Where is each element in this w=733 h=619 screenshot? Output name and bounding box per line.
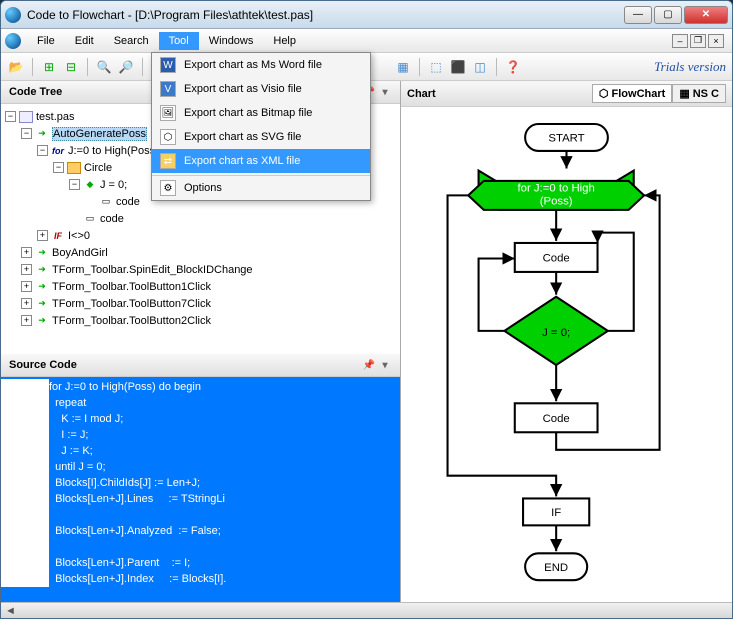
tree-row: ▭code	[5, 210, 396, 227]
layout3-button[interactable]: ◫	[471, 58, 489, 76]
tree-row: +➜BoyAndGirl	[5, 244, 396, 261]
file-icon	[19, 111, 33, 123]
code-icon: ▭	[83, 213, 97, 225]
trials-label: Trials version	[654, 59, 726, 75]
expand-icon[interactable]: +	[21, 298, 32, 309]
expand-icon[interactable]: +	[21, 315, 32, 326]
tree-row: +➜TForm_Toolbar.SpinEdit_BlockIDChange	[5, 261, 396, 278]
tree-row: +IFI<>0	[5, 227, 396, 244]
folder-icon	[67, 162, 81, 174]
svg-text:for J:=0 to High: for J:=0 to High	[517, 182, 594, 194]
word-icon: W	[160, 57, 176, 73]
mdi-restore-button[interactable]: ❐	[690, 34, 706, 48]
visio-icon: V	[160, 81, 176, 97]
svg-icon: ⬡	[160, 129, 176, 145]
collapse-icon[interactable]: −	[69, 179, 80, 190]
svg-text:START: START	[548, 133, 584, 145]
minimize-button[interactable]: —	[624, 6, 652, 24]
app-icon	[5, 7, 21, 23]
source-code[interactable]: for J:=0 to High(Poss) do begin repeat K…	[1, 377, 400, 602]
scroll-left-icon[interactable]: ◄	[5, 605, 19, 617]
collapse-button[interactable]: ⊟	[62, 58, 80, 76]
ns-icon: ▦	[679, 87, 689, 100]
tree-row: +➜TForm_Toolbar.ToolButton7Click	[5, 295, 396, 312]
xml-icon: ⇄	[160, 153, 176, 169]
layout1-button[interactable]: ⬚	[427, 58, 445, 76]
for-icon: for	[51, 145, 65, 157]
collapse-icon[interactable]: −	[53, 162, 64, 173]
expand-icon[interactable]: +	[21, 247, 32, 258]
svg-text:Code: Code	[543, 413, 570, 425]
maximize-button[interactable]: ▢	[654, 6, 682, 24]
close-button[interactable]: ✕	[684, 6, 728, 24]
flowchart-tab[interactable]: ⬡FlowChart	[592, 84, 672, 103]
code-icon: ▭	[99, 196, 113, 208]
mdi-minimize-button[interactable]: –	[672, 34, 688, 48]
proc-icon: ➜	[35, 315, 49, 327]
export-visio-item[interactable]: VExport chart as Visio file	[152, 77, 370, 101]
proc-icon: ➜	[35, 298, 49, 310]
export-xml-item[interactable]: ⇄Export chart as XML file	[152, 149, 370, 173]
expand-icon[interactable]: +	[21, 281, 32, 292]
titlebar[interactable]: Code to Flowchart - [D:\Program Files\at…	[1, 1, 732, 29]
export-svg-item[interactable]: ⬡Export chart as SVG file	[152, 125, 370, 149]
tree-row: +➜TForm_Toolbar.ToolButton1Click	[5, 278, 396, 295]
menu-edit[interactable]: Edit	[65, 32, 104, 50]
svg-text:END: END	[544, 562, 568, 574]
menu-search[interactable]: Search	[104, 32, 159, 50]
menu-tool[interactable]: Tool	[159, 32, 199, 50]
expand-icon[interactable]: +	[37, 230, 48, 241]
export-word-item[interactable]: WExport chart as Ms Word file	[152, 53, 370, 77]
gear-icon: ⚙	[160, 180, 176, 196]
if-icon: IF	[51, 230, 65, 242]
menu-windows[interactable]: Windows	[199, 32, 264, 50]
source-code-header: Source Code 📌▾	[1, 354, 400, 377]
cond-icon: ◆	[83, 179, 97, 191]
zoom-in-button[interactable]: 🔍	[95, 58, 113, 76]
export-bitmap-item[interactable]: 🖼Export chart as Bitmap file	[152, 101, 370, 125]
proc-icon: ➜	[35, 281, 49, 293]
svg-text:J = 0;: J = 0;	[542, 327, 570, 339]
options-item[interactable]: ⚙Options	[152, 175, 370, 200]
tool-dropdown: WExport chart as Ms Word file VExport ch…	[151, 52, 371, 201]
open-button[interactable]: 📂	[7, 58, 25, 76]
svg-text:(Poss): (Poss)	[540, 196, 573, 208]
pin-icon[interactable]: 📌	[362, 358, 376, 372]
collapse-icon[interactable]: −	[5, 111, 16, 122]
expand-icon[interactable]: +	[21, 264, 32, 275]
chart-header: Chart ⬡FlowChart ▦NS C	[401, 81, 732, 107]
flowchart-icon: ⬡	[599, 87, 609, 100]
proc-icon: ➜	[35, 128, 49, 140]
menu-file[interactable]: File	[27, 32, 65, 50]
proc-icon: ➜	[35, 264, 49, 276]
tree-row: +➜TForm_Toolbar.ToolButton2Click	[5, 312, 396, 329]
grid-button[interactable]: ▦	[394, 58, 412, 76]
statusbar: ◄	[1, 602, 732, 618]
help-button[interactable]: ❓	[504, 58, 522, 76]
menubar: File Edit Search Tool Windows Help – ❐ ×…	[1, 29, 732, 53]
bitmap-icon: 🖼	[160, 105, 176, 121]
layout2-button[interactable]: ⬛	[449, 58, 467, 76]
expand-button[interactable]: ⊞	[40, 58, 58, 76]
svg-text:IF: IF	[551, 507, 561, 519]
proc-icon: ➜	[35, 247, 49, 259]
zoom-out-button[interactable]: 🔎	[117, 58, 135, 76]
flowchart-canvas[interactable]: START for J:=0 to High (Poss) Code J = 0…	[401, 107, 732, 602]
menu-help[interactable]: Help	[263, 32, 306, 50]
dropdown-icon[interactable]: ▾	[378, 358, 392, 372]
flowchart-svg: START for J:=0 to High (Poss) Code J = 0…	[401, 107, 732, 602]
svg-text:Code: Code	[543, 253, 570, 265]
app-menu-icon	[5, 33, 21, 49]
ns-tab[interactable]: ▦NS C	[672, 84, 726, 103]
collapse-icon[interactable]: −	[21, 128, 32, 139]
collapse-icon[interactable]: −	[37, 145, 48, 156]
dropdown-icon[interactable]: ▾	[378, 85, 392, 99]
mdi-close-button[interactable]: ×	[708, 34, 724, 48]
window-title: Code to Flowchart - [D:\Program Files\at…	[27, 8, 622, 22]
app-window: Code to Flowchart - [D:\Program Files\at…	[0, 0, 733, 619]
